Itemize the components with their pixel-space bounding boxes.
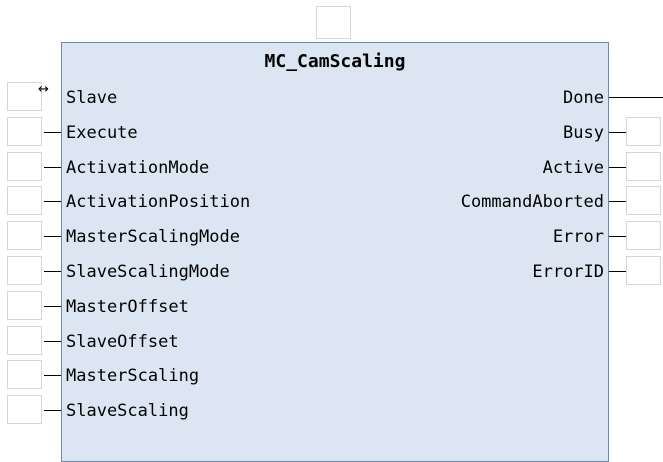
input-variable-master-offset[interactable] [7, 290, 42, 320]
input-pin-activation-mode: ActivationMode [66, 157, 210, 178]
output-variable-error-id[interactable] [626, 256, 661, 285]
input-connector-line [44, 201, 61, 203]
input-variable-master-scaling[interactable] [7, 360, 42, 390]
input-variable-slave[interactable] [7, 82, 42, 111]
input-pin-master-scaling-mode: MasterScalingMode [66, 227, 240, 248]
input-connector-line [44, 305, 61, 307]
output-pin-active: Active [542, 157, 604, 178]
output-connector-line [609, 97, 663, 98]
input-variable-activation-position[interactable] [7, 186, 42, 216]
input-pin-slave-offset: SlaveOffset [66, 331, 179, 352]
input-variable-slave-scaling[interactable] [7, 395, 42, 425]
output-variable-error[interactable] [626, 221, 661, 251]
output-pin-error: Error [552, 227, 604, 248]
output-variable-active[interactable] [626, 151, 661, 181]
input-connector-line [44, 271, 61, 272]
input-connector-line [44, 340, 61, 342]
output-variable-busy[interactable] [626, 116, 661, 146]
output-connector-line [609, 271, 626, 272]
input-connector-line [44, 131, 61, 133]
inout-arrow-icon: ↔ [38, 82, 49, 97]
input-connector-line [44, 166, 61, 168]
function-block-title: MC_CamScaling [264, 51, 406, 72]
input-connector-line [44, 410, 61, 412]
input-variable-slave-offset[interactable] [7, 325, 42, 355]
input-connector-line [44, 375, 61, 377]
output-pin-command-aborted: CommandAborted [460, 192, 604, 213]
function-block-mc-camscaling[interactable]: MC_CamScaling Slave Execute ActivationMode… [61, 42, 609, 462]
input-variable-slave-scaling-mode[interactable] [7, 256, 42, 285]
input-connector-line [44, 236, 61, 238]
input-variable-execute[interactable] [7, 116, 42, 146]
input-variable-activation-mode[interactable] [7, 151, 42, 181]
input-variable-master-scaling-mode[interactable] [7, 221, 42, 251]
input-pin-master-scaling: MasterScaling [66, 366, 200, 387]
instance-name-field[interactable] [316, 6, 351, 39]
input-pin-slave: Slave [66, 88, 118, 108]
output-pin-busy: Busy [563, 122, 604, 143]
input-pin-master-offset: MasterOffset [66, 296, 189, 317]
output-pin-error-id: ErrorID [532, 262, 604, 282]
output-connector-line [609, 131, 626, 133]
input-pin-slave-scaling: SlaveScaling [66, 401, 189, 422]
output-connector-line [609, 166, 626, 168]
output-connector-line [609, 201, 626, 203]
output-pin-done: Done [563, 88, 604, 108]
input-pin-activation-position: ActivationPosition [66, 192, 251, 213]
output-connector-line [609, 236, 626, 238]
output-variable-command-aborted[interactable] [626, 186, 661, 216]
input-pin-slave-scaling-mode: SlaveScalingMode [66, 262, 230, 282]
input-pin-execute: Execute [66, 122, 138, 143]
